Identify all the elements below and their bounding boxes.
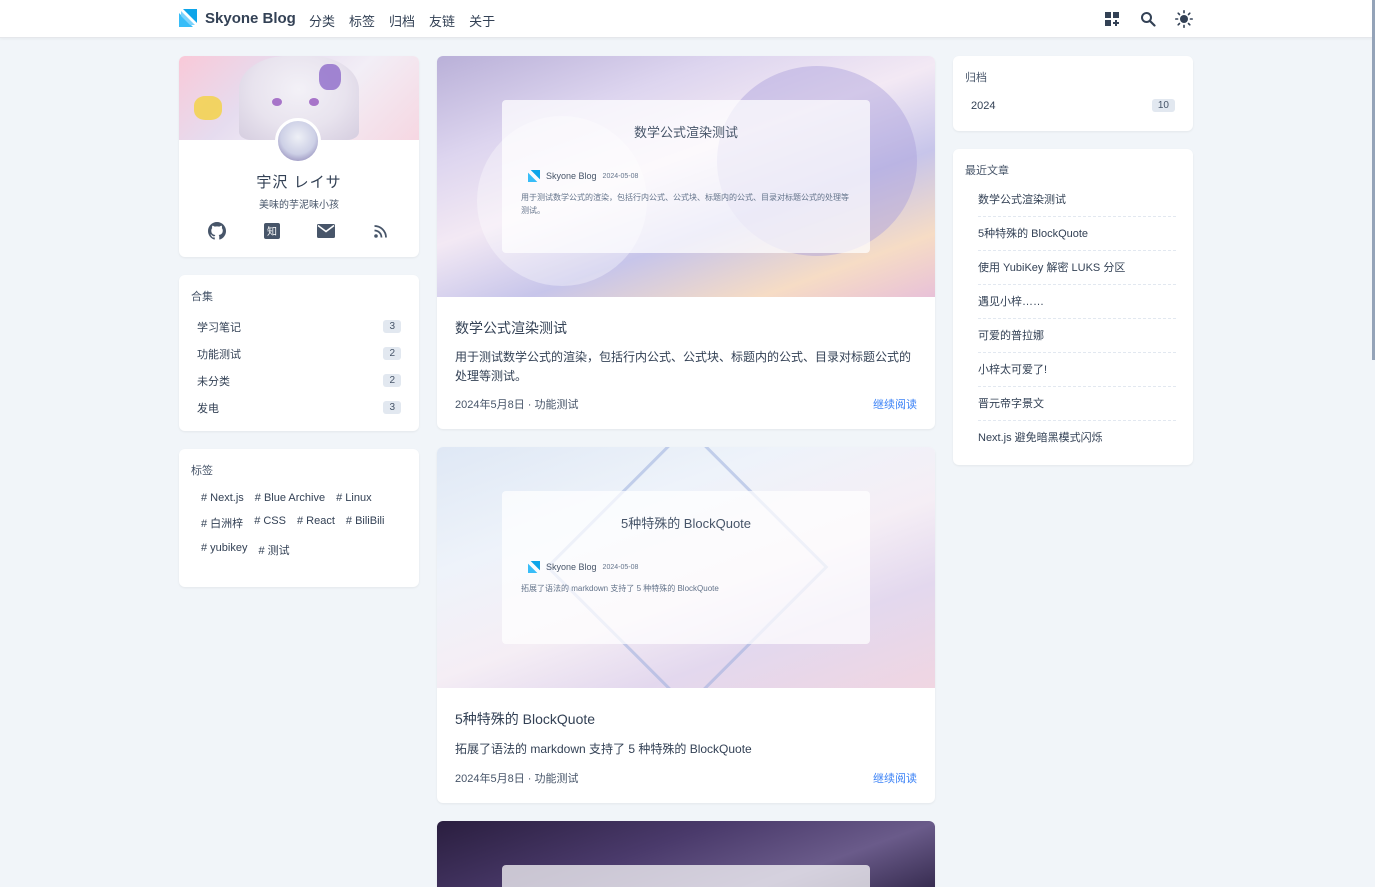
collections-card: 合集 学习笔记 3 功能测试 2 未分类 2 发电 3 [179,275,419,431]
tag-link[interactable]: # Linux [336,492,371,504]
tag-link[interactable]: # Next.js [201,492,244,504]
recent-post-link[interactable]: 遇见小梓…… [978,285,1176,319]
brand-logo-icon [528,170,540,182]
post-meta: 2024年5月8日 · 功能测试 [455,399,579,411]
github-icon[interactable] [207,221,227,241]
tag-link[interactable]: # yubikey [201,542,247,558]
count-badge: 2 [383,347,401,360]
brand-link[interactable]: Skyone Blog [179,9,296,27]
tag-link[interactable]: # CSS [254,515,286,531]
brand-logo-icon [528,561,540,573]
cover-date: 2024-05-08 [602,563,639,571]
collection-item[interactable]: 未分类 2 [197,367,401,394]
search-icon[interactable] [1139,10,1157,28]
recent-post-link[interactable]: 5种特殊的 BlockQuote [978,217,1176,251]
tags-title: 标签 [191,465,213,477]
post-cover-image[interactable]: 数学公式渲染测试 Skyone Blog 2024-05-08 用于测试数学公式… [437,56,935,297]
profile-bio: 美味的芋泥味小孩 [259,200,339,211]
recent-post-link[interactable]: Next.js 避免暗黑模式闪烁 [978,421,1176,455]
grid-add-icon[interactable] [1103,10,1121,28]
cover-title: 5种特殊的 BlockQuote [620,516,752,531]
brand-logo-icon [179,9,197,27]
recent-post-link[interactable]: 使用 YubiKey 解密 LUKS 分区 [978,251,1176,285]
nav-tags[interactable]: 标签 [349,11,375,30]
tag-link[interactable]: # BiliBili [346,515,385,531]
post-cover-image[interactable]: 5种特殊的 BlockQuote Skyone Blog 2024-05-08 … [437,447,935,688]
social-links: 知 [207,221,391,241]
cover-description: 用于测试数学公式的渲染，包括行内公式、公式块、标题内的公式、目录对标题公式的处理… [521,193,849,215]
cover-date: 2024-05-08 [602,172,639,180]
post-card[interactable]: 数学公式渲染测试 Skyone Blog 2024-05-08 用于测试数学公式… [437,56,935,429]
post-card[interactable] [437,821,935,887]
read-more-link[interactable]: 继续阅读 [873,770,917,786]
tag-link[interactable]: # 测试 [258,542,289,558]
collection-item[interactable]: 发电 3 [197,394,401,421]
collections-title: 合集 [191,291,213,303]
tag-link[interactable]: # React [297,515,335,531]
profile-card: 宇沢 レイサ 美味的芋泥味小孩 知 [179,56,419,257]
recent-post-link[interactable]: 小梓太可爱了! [978,353,1176,387]
cover-title: 数学公式渲染测试 [633,125,738,140]
recent-post-link[interactable]: 可爱的普拉娜 [978,319,1176,353]
nav-friends[interactable]: 友链 [429,11,455,30]
recent-post-link[interactable]: 晋元帝字景文 [978,387,1176,421]
post-title[interactable]: 数学公式渲染测试 [455,318,567,338]
tag-link[interactable]: # 白洲梓 [201,515,243,531]
post-description: 拓展了语法的 markdown 支持了 5 种特殊的 BlockQuote [455,742,752,756]
archive-card: 归档 2024 10 [953,56,1193,131]
recent-title: 最近文章 [965,165,1009,177]
cover-overlay [502,865,870,887]
tags-card: 标签 # Next.js # Blue Archive # Linux # 白洲… [179,449,419,587]
count-badge: 3 [383,320,401,333]
post-title[interactable]: 5种特殊的 BlockQuote [455,709,595,729]
nav-about[interactable]: 关于 [469,11,495,30]
count-badge: 3 [383,401,401,414]
nav-archive[interactable]: 归档 [389,11,415,30]
cover-overlay: 5种特殊的 BlockQuote Skyone Blog 2024-05-08 … [502,491,870,644]
main-nav: 分类 标签 归档 友链 关于 [309,11,495,30]
nav-categories[interactable]: 分类 [309,11,335,30]
cover-overlay: 数学公式渲染测试 Skyone Blog 2024-05-08 用于测试数学公式… [502,100,870,253]
cover-brand: Skyone Blog [546,171,597,181]
zhihu-icon[interactable]: 知 [262,221,282,241]
count-badge: 10 [1151,99,1175,112]
post-card[interactable]: 5种特殊的 BlockQuote Skyone Blog 2024-05-08 … [437,447,935,803]
tag-link[interactable]: # Blue Archive [255,492,325,504]
mail-icon[interactable] [316,221,336,241]
recent-post-link[interactable]: 数学公式渲染测试 [978,183,1176,217]
profile-name: 宇沢 レイサ [256,174,342,191]
brand-title: Skyone Blog [205,9,296,27]
archive-year: 2024 [971,99,996,112]
archive-title: 归档 [965,72,987,84]
cover-description: 拓展了语法的 markdown 支持了 5 种特殊的 BlockQuote [521,584,719,593]
rss-icon[interactable] [371,221,391,241]
post-cover-image[interactable] [437,821,935,887]
collection-item[interactable]: 学习笔记 3 [197,313,401,340]
archive-year-item[interactable]: 2024 10 [965,99,1181,112]
post-meta: 2024年5月8日 · 功能测试 [455,773,579,785]
sun-icon[interactable] [1175,10,1193,28]
zhihu-glyph: 知 [267,225,277,238]
read-more-link[interactable]: 继续阅读 [873,396,917,412]
collection-item[interactable]: 功能测试 2 [197,340,401,367]
cover-brand: Skyone Blog [546,562,597,572]
avatar[interactable] [275,118,321,164]
top-header: Skyone Blog 分类 标签 归档 友链 关于 [0,0,1375,38]
post-description: 用于测试数学公式的渲染，包括行内公式、公式块、标题内的公式、目录对标题公式的处理… [455,350,912,384]
recent-posts-card: 最近文章 数学公式渲染测试 5种特殊的 BlockQuote 使用 YubiKe… [953,149,1193,465]
count-badge: 2 [383,374,401,387]
